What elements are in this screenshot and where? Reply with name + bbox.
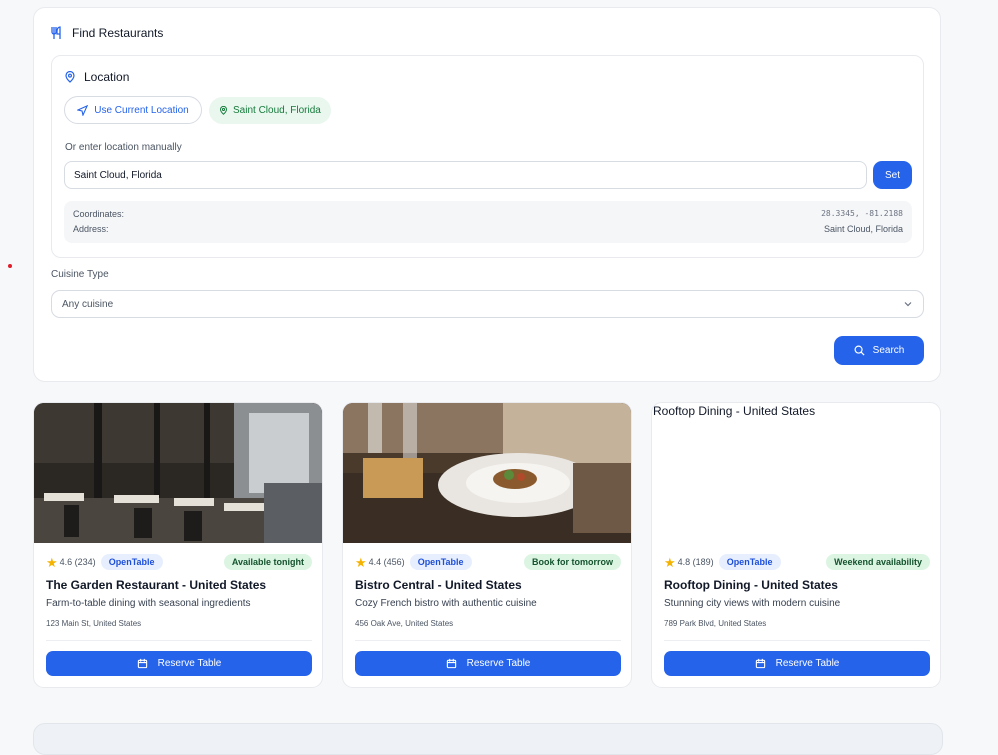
panel-title-text: Find Restaurants	[72, 26, 164, 40]
red-indicator-dot	[8, 264, 12, 268]
restaurant-card: ★ 4.6 (234) OpenTable Available tonight …	[33, 402, 323, 688]
coordinates-label: Coordinates:	[73, 209, 125, 219]
set-location-button[interactable]: Set	[873, 161, 912, 189]
card-rating: 4.4 (456)	[368, 557, 405, 567]
restaurant-address: 123 Main St, United States	[46, 619, 142, 628]
coordinates-row: Coordinates: 28.3345, -81.2188	[73, 209, 903, 219]
address-label: Address:	[73, 224, 109, 234]
availability-badge: Weekend availability	[826, 554, 930, 570]
restaurant-photo-broken: Rooftop Dining - United States	[652, 403, 940, 543]
restaurant-card: Rooftop Dining - United States ★ 4.8 (18…	[651, 402, 941, 688]
current-location-chip-text: Saint Cloud, Florida	[233, 105, 321, 116]
card-rating: 4.8 (189)	[677, 557, 714, 567]
cuisine-selected-value: Any cuisine	[62, 298, 114, 310]
card-meta: ★ 4.8 (189) OpenTable Weekend availabili…	[664, 554, 930, 570]
card-rating: 4.6 (234)	[59, 557, 96, 567]
address-row: Address: Saint Cloud, Florida	[73, 224, 903, 234]
calendar-icon	[755, 658, 765, 669]
manual-location-label: Or enter location manually	[65, 142, 182, 153]
restaurant-name: Bistro Central - United States	[355, 578, 522, 592]
use-current-location-button[interactable]: Use Current Location	[64, 96, 202, 124]
star-icon: ★	[355, 554, 367, 570]
restaurant-photo	[34, 403, 322, 543]
coordinates-box: Coordinates: 28.3345, -81.2188 Address: …	[64, 201, 912, 243]
restaurant-address: 789 Park Blvd, United States	[664, 619, 767, 628]
bottom-panel	[33, 723, 943, 755]
reserve-table-label: Reserve Table	[775, 658, 840, 669]
panel-title: Find Restaurants	[50, 26, 163, 40]
utensils-icon	[51, 26, 61, 39]
image-alt-text: Rooftop Dining - United States	[653, 404, 816, 418]
platform-badge: OpenTable	[409, 554, 472, 570]
search-button-label: Search	[872, 345, 905, 356]
card-meta: ★ 4.4 (456) OpenTable Book for tomorrow	[355, 554, 621, 570]
card-divider	[355, 640, 621, 641]
reserve-table-label: Reserve Table	[157, 658, 222, 669]
coordinates-value: 28.3345, -81.2188	[821, 209, 903, 218]
location-input[interactable]	[64, 161, 867, 189]
restaurant-address: 456 Oak Ave, United States	[355, 619, 454, 628]
reserve-table-button[interactable]: Reserve Table	[46, 651, 312, 676]
card-divider	[664, 640, 930, 641]
chevron-down-icon	[904, 302, 912, 307]
map-pin-icon	[220, 106, 227, 115]
restaurant-search-panel: Find Restaurants Location Use Current Lo…	[33, 7, 941, 382]
restaurant-photo	[343, 403, 631, 543]
restaurant-name: The Garden Restaurant - United States	[46, 578, 267, 592]
cuisine-select[interactable]: Any cuisine	[51, 290, 924, 318]
star-icon: ★	[46, 554, 58, 570]
map-pin-icon	[65, 71, 75, 83]
availability-badge: Book for tomorrow	[524, 554, 621, 570]
reserve-table-button[interactable]: Reserve Table	[355, 651, 621, 676]
star-icon: ★	[664, 554, 676, 570]
platform-badge: OpenTable	[718, 554, 781, 570]
location-section: Location Use Current Location Saint Clou…	[51, 55, 924, 258]
card-meta: ★ 4.6 (234) OpenTable Available tonight	[46, 554, 312, 570]
restaurant-description: Stunning city views with modern cuisine	[664, 598, 841, 609]
platform-badge: OpenTable	[100, 554, 163, 570]
address-value: Saint Cloud, Florida	[823, 224, 903, 234]
restaurant-description: Farm-to-table dining with seasonal ingre…	[46, 598, 251, 609]
location-title: Location	[64, 70, 129, 84]
navigation-arrow-icon	[77, 104, 89, 116]
reserve-table-label: Reserve Table	[466, 658, 531, 669]
calendar-icon	[137, 658, 147, 669]
restaurant-card: ★ 4.4 (456) OpenTable Book for tomorrow …	[342, 402, 632, 688]
calendar-icon	[446, 658, 456, 669]
restaurant-name: Rooftop Dining - United States	[664, 578, 838, 592]
restaurant-description: Cozy French bistro with authentic cuisin…	[355, 598, 537, 609]
search-button[interactable]: Search	[834, 336, 924, 365]
search-icon	[854, 345, 865, 356]
card-divider	[46, 640, 312, 641]
cuisine-type-label: Cuisine Type	[51, 269, 109, 280]
availability-badge: Available tonight	[223, 554, 312, 570]
reserve-table-button[interactable]: Reserve Table	[664, 651, 930, 676]
use-current-location-label: Use Current Location	[94, 104, 189, 116]
current-location-chip: Saint Cloud, Florida	[209, 97, 331, 124]
location-title-text: Location	[84, 70, 130, 84]
